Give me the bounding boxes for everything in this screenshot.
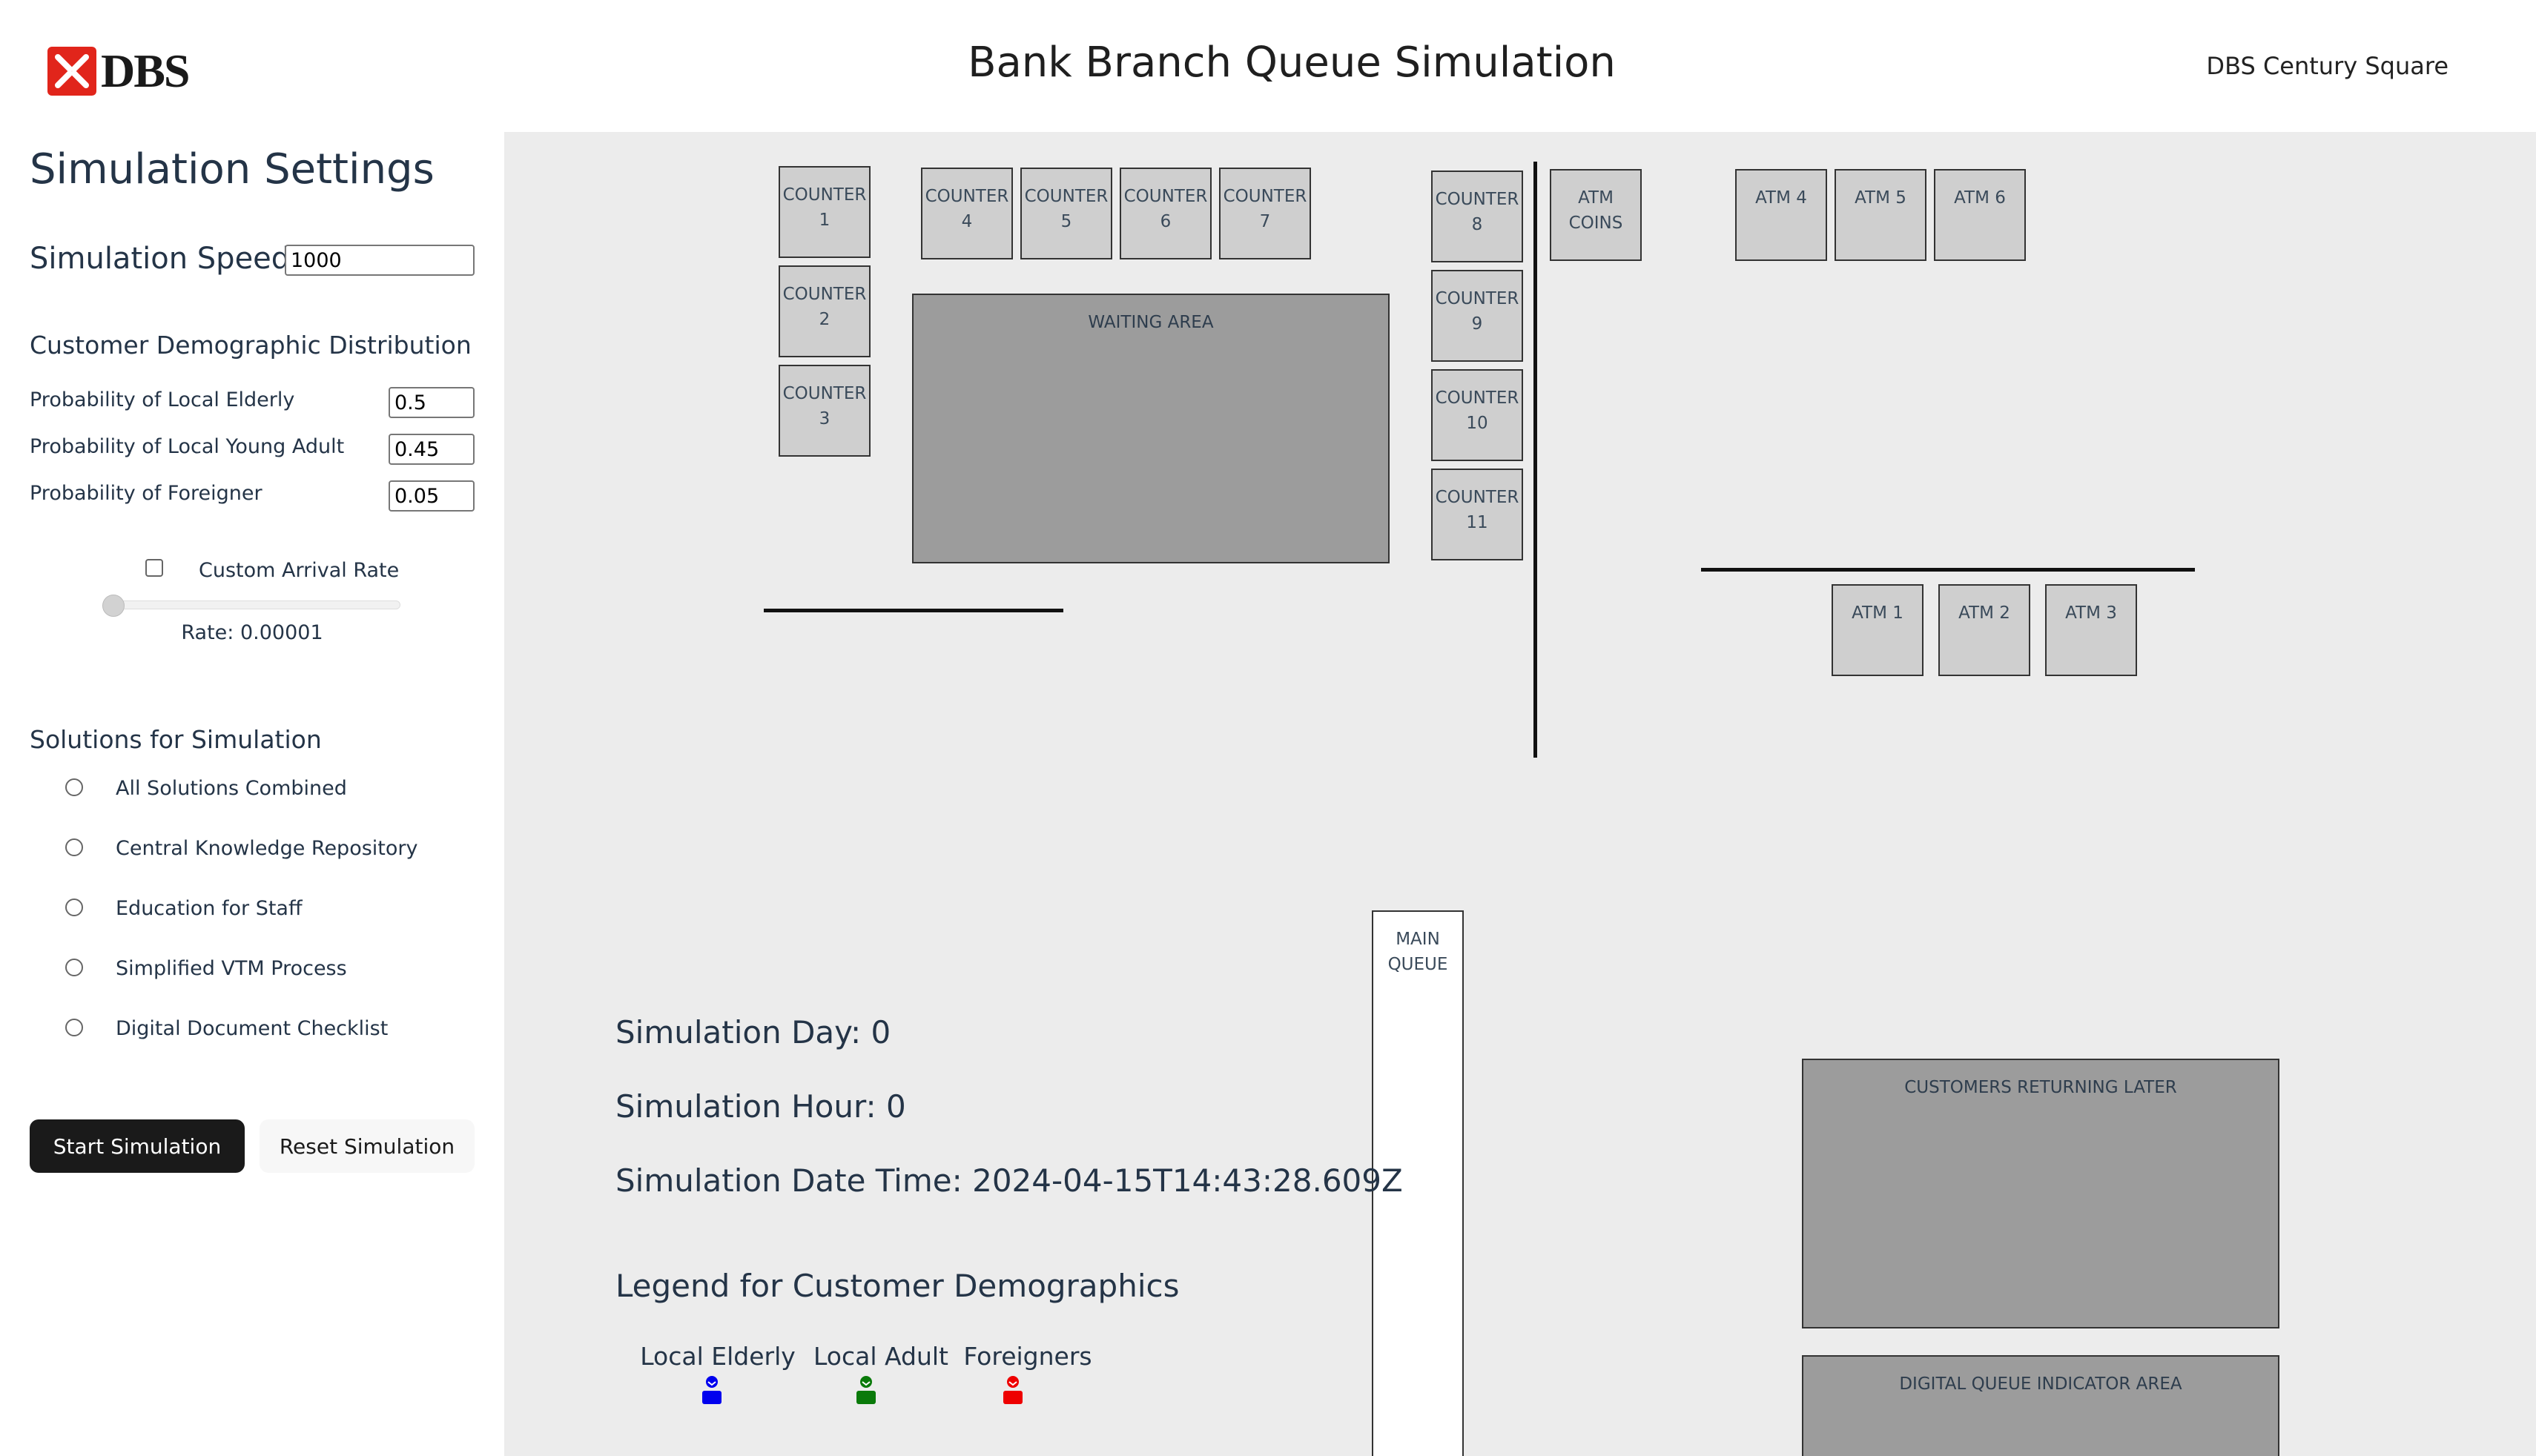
atm-4: ATM 4 [1735,169,1827,261]
speed-input[interactable] [285,245,475,276]
customers-returning-area: CUSTOMERS RETURNING LATER [1802,1059,2279,1328]
person-icon [702,1376,721,1404]
solution-radio-all[interactable] [65,778,83,796]
counter-9: COUNTER 9 [1431,270,1523,362]
simulation-day: Simulation Day: 0 [615,1014,891,1050]
divider-line [1533,162,1537,758]
atm-coins: ATM COINS [1550,169,1642,261]
prob-elderly-label: Probability of Local Elderly [30,388,295,411]
counter-5: COUNTER 5 [1020,168,1112,259]
atm-1: ATM 1 [1832,584,1924,676]
atm-2: ATM 2 [1938,584,2030,676]
solution-radio-doc-checklist[interactable] [65,1019,83,1036]
prob-foreigner-input[interactable] [389,480,475,512]
settings-sidebar: Simulation Settings Simulation Speed Cus… [0,132,504,1456]
arrival-rate-slider-handle[interactable] [102,595,125,617]
prob-young-adult-input[interactable] [389,434,475,465]
solution-radio-vtm[interactable] [65,959,83,976]
atm-5: ATM 5 [1835,169,1926,261]
solutions-heading: Solutions for Simulation [30,725,322,754]
solution-radio-staff-education[interactable] [65,899,83,916]
counter-2: COUNTER 2 [779,265,871,357]
prob-elderly-input[interactable] [389,387,475,418]
rate-value: Rate: 0.00001 [181,621,323,644]
custom-rate-checkbox[interactable] [145,559,163,577]
legend-label-foreigners: Foreigners [963,1342,1092,1371]
demographic-heading: Customer Demographic Distribution [30,331,472,360]
digital-queue-indicator-area: DIGITAL QUEUE INDICATOR AREA [1802,1355,2279,1456]
solution-label-staff-education: Education for Staff [116,897,303,920]
branch-name: DBS Century Square [2206,52,2449,80]
counter-11: COUNTER 11 [1431,469,1523,560]
simulation-floor: COUNTER 1 COUNTER 2 COUNTER 3 COUNTER 4 … [504,132,2536,1456]
simulation-datetime: Simulation Date Time: 2024-04-15T14:43:2… [615,1162,1403,1199]
reset-simulation-button[interactable]: Reset Simulation [260,1119,475,1173]
person-icon [1003,1376,1023,1404]
legend-label-adult: Local Adult [813,1342,948,1371]
atm-3: ATM 3 [2045,584,2137,676]
solution-label-knowledge-repo: Central Knowledge Repository [116,837,418,860]
solution-label-vtm: Simplified VTM Process [116,957,347,980]
atm-6: ATM 6 [1934,169,2026,261]
simulation-hour: Simulation Hour: 0 [615,1088,906,1125]
counter-8: COUNTER 8 [1431,171,1523,262]
person-icon [856,1376,876,1404]
custom-rate-label: Custom Arrival Rate [199,559,400,582]
solution-radio-knowledge-repo[interactable] [65,838,83,856]
counter-6: COUNTER 6 [1120,168,1212,259]
waiting-area: WAITING AREA [912,294,1390,563]
speed-label: Simulation Speed [30,242,291,276]
prob-young-adult-label: Probability of Local Young Adult [30,435,345,458]
counter-7: COUNTER 7 [1219,168,1311,259]
solution-label-all: All Solutions Combined [116,777,347,800]
counter-1: COUNTER 1 [779,166,871,258]
page-title: Bank Branch Queue Simulation [968,39,1616,87]
app-header: DBS Bank Branch Queue Simulation DBS Cen… [0,0,2536,132]
prob-foreigner-label: Probability of Foreigner [30,482,262,505]
counter-10: COUNTER 10 [1431,369,1523,461]
arrival-rate-slider[interactable] [113,600,400,609]
legend-title: Legend for Customer Demographics [615,1268,1180,1304]
counter-4: COUNTER 4 [921,168,1013,259]
start-simulation-button[interactable]: Start Simulation [30,1119,245,1173]
settings-heading: Simulation Settings [30,145,435,193]
divider-line [764,609,1063,612]
legend-label-elderly: Local Elderly [640,1342,796,1371]
solution-label-doc-checklist: Digital Document Checklist [116,1017,389,1040]
divider-line [1701,568,2195,572]
counter-3: COUNTER 3 [779,365,871,457]
